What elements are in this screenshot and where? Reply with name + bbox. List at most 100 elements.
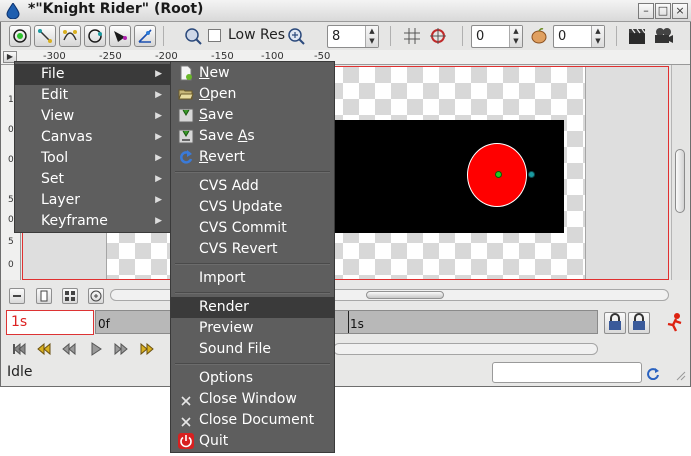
menu-item-save[interactable]: Save [171,105,334,126]
menu-item-label: CVS Update [199,199,283,215]
width-ducks-button[interactable] [109,25,131,47]
keyframe-lock-past-button[interactable] [604,312,626,334]
vertical-scrollbar[interactable] [671,65,689,280]
menu-separator [175,363,330,365]
render-quality-icon[interactable] [184,27,202,45]
menu-item-render[interactable]: Render [171,297,334,318]
next-frame-icon[interactable] [113,341,129,357]
menu-item-keyframe[interactable]: Keyframe ▶ [15,211,170,232]
v-ruler-tick: 1 [8,95,14,105]
menu-item-label: Keyframe [41,213,108,229]
snap-grid-icon[interactable] [429,27,447,45]
toolbar-separator [462,26,463,46]
time-cursor[interactable] [348,311,349,333]
current-time-field[interactable]: 1s [6,310,94,335]
toolbar: Low Res 8 ▲ ▼ 0 ▲ ▼ 0 ▲ ▼ [1,22,690,50]
render-clapper-icon[interactable] [628,27,646,45]
menu-item-open[interactable]: Open [171,84,334,105]
keyframe-lock-future-button[interactable] [628,312,650,334]
save-icon [178,107,194,123]
menu-item-options[interactable]: Options [171,368,334,389]
menu-item-sound-file[interactable]: Sound File [171,339,334,360]
menu-item-close-document[interactable]: Close Document [171,410,334,431]
title-bar[interactable]: *"Knight Rider" (Root) – □ × [0,0,691,22]
menu-item-cvs-update[interactable]: CVS Update [171,197,334,218]
seek-begin-icon[interactable] [11,341,27,357]
menu-item-save-as[interactable]: Save As [171,126,334,147]
menu-item-cvs-add[interactable]: CVS Add [171,176,334,197]
onion-skin-icon[interactable] [530,27,548,45]
angle-ducks-button[interactable] [134,25,156,47]
origin-handle[interactable] [495,171,502,178]
menu-item-import[interactable]: Import [171,268,334,289]
minimize-button[interactable]: – [638,3,654,19]
past-onion-spin-arrows[interactable]: ▲ ▼ [509,26,522,47]
vertical-scroll-thumb[interactable] [675,149,685,213]
fit-button[interactable] [36,288,52,304]
menu-item-cvs-commit[interactable]: CVS Commit [171,218,334,239]
past-onion-spinbox[interactable]: 0 ▲ ▼ [471,25,523,48]
zoom-fit-icon [65,291,75,301]
toggle-ducks-button[interactable] [9,25,31,47]
animation-mode-button[interactable] [664,312,686,334]
toolbar-separator [390,26,391,46]
menu-item-cvs-revert[interactable]: CVS Revert [171,239,334,260]
grid-icon[interactable] [403,27,421,45]
submenu-arrow-icon: ▶ [155,195,162,205]
zoom-spinbox[interactable]: 8 ▲ ▼ [327,25,379,48]
menu-item-new[interactable]: New [171,63,334,84]
submenu-arrow-icon: ▶ [155,153,162,163]
minus-button[interactable] [9,288,25,304]
preview-camera-icon[interactable] [654,27,674,45]
radius-ducks-button[interactable] [84,25,106,47]
submenu-arrow-icon: ▶ [155,111,162,121]
horizontal-scroll-thumb[interactable] [366,291,444,299]
menu-item-close-window[interactable]: Close Window [171,389,334,410]
future-onion-spin-arrows[interactable]: ▲ ▼ [591,26,604,47]
play-icon[interactable] [88,341,104,357]
zoom-fit-button[interactable] [62,288,78,304]
app-logo-icon [6,2,20,20]
zoom-spin-arrows[interactable]: ▲ ▼ [365,26,378,47]
prev-keyframe-icon[interactable] [36,341,52,357]
prev-frame-icon[interactable] [61,341,77,357]
menu-item-preview[interactable]: Preview [171,318,334,339]
menu-item-revert[interactable]: Revert [171,147,334,168]
save-as-icon [178,128,194,144]
menu-item-set[interactable]: Set ▶ [15,169,170,190]
maximize-button[interactable]: □ [655,3,671,19]
window-title: *"Knight Rider" (Root) [28,1,204,17]
radius-circle-icon [88,29,102,43]
close-button[interactable]: × [672,3,688,19]
submenu-arrow-icon: ▶ [155,90,162,100]
radius-handle[interactable] [528,171,535,178]
menu-item-quit[interactable]: Quit [171,431,334,452]
v-ruler-tick: 5 [8,195,14,205]
menu-item-view[interactable]: View ▶ [15,106,170,127]
submenu-arrow-icon: ▶ [155,132,162,142]
angle-icon [138,29,152,43]
animation-mode-icon [667,313,682,332]
menu-item-canvas[interactable]: Canvas ▶ [15,127,170,148]
refresh-icon[interactable] [646,366,660,381]
tangent-ducks-button[interactable] [59,25,81,47]
low-res-checkbox[interactable] [208,29,221,42]
status-progress-field [492,362,642,383]
resize-grip-icon[interactable] [674,369,686,381]
zoom-icon[interactable] [287,27,305,45]
v-ruler-tick: 5 [8,237,14,247]
position-ducks-button[interactable] [34,25,56,47]
menu-item-label: Edit [41,87,69,103]
menu-item-file[interactable]: File ▶ [15,64,170,85]
menu-item-label: Import [199,270,246,286]
menu-item-layer[interactable]: Layer ▶ [15,190,170,211]
menu-item-label: View [41,108,75,124]
v-ruler-tick: 0 [8,260,14,270]
zoom-in-button[interactable] [88,288,104,304]
next-keyframe-icon[interactable] [139,341,155,357]
future-onion-spinbox[interactable]: 0 ▲ ▼ [553,25,605,48]
menu-item-edit[interactable]: Edit ▶ [15,85,170,106]
playback-bounds-track[interactable] [333,343,598,355]
menu-item-tool[interactable]: Tool ▶ [15,148,170,169]
mnemonic: S [199,107,208,123]
